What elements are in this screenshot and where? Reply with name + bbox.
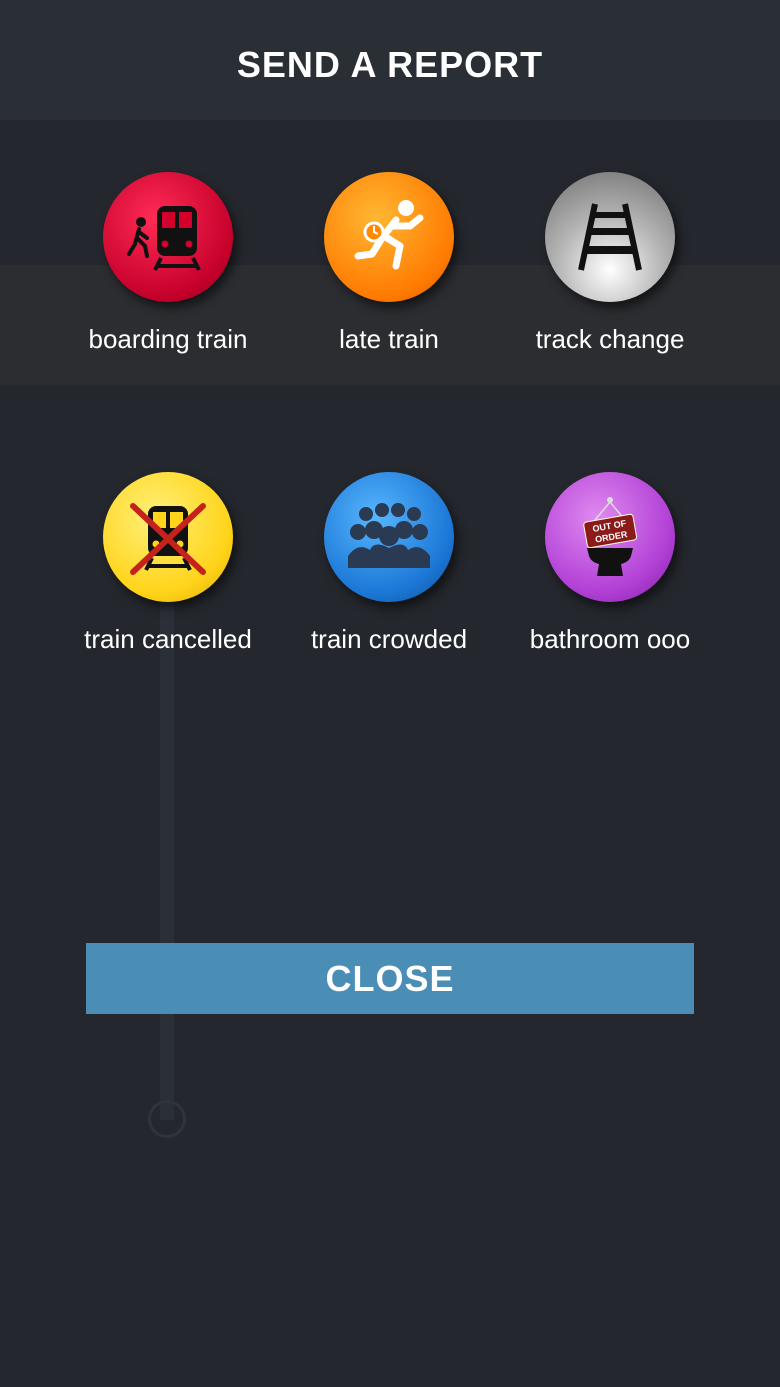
track-change-icon — [545, 172, 675, 302]
report-label: bathroom ooo — [529, 624, 691, 654]
report-option-track-change[interactable]: track change — [500, 172, 720, 355]
report-label: train crowded — [310, 624, 468, 654]
report-label: boarding train — [88, 324, 248, 354]
train-cancelled-icon — [103, 472, 233, 602]
report-option-train-cancelled[interactable]: train cancelled — [58, 472, 278, 655]
report-option-boarding-train[interactable]: boarding train — [58, 172, 278, 355]
close-button[interactable]: CLOSE — [86, 943, 694, 1014]
report-label: train cancelled — [84, 624, 252, 654]
bathroom-out-of-order-icon: OUT OF ORDER — [545, 472, 675, 602]
report-label: late train — [339, 324, 439, 354]
report-option-train-crowded[interactable]: train crowded — [279, 472, 499, 655]
report-option-late-train[interactable]: late train — [279, 172, 499, 355]
boarding-train-icon — [103, 172, 233, 302]
modal-title: SEND A REPORT — [236, 44, 544, 85]
report-modal: SEND A REPORT boarding train late train … — [0, 0, 780, 1387]
late-train-icon — [324, 172, 454, 302]
train-crowded-icon — [324, 472, 454, 602]
report-label: track change — [535, 324, 685, 354]
report-option-bathroom-ooo[interactable]: OUT OF ORDER bathroom ooo — [500, 472, 720, 655]
